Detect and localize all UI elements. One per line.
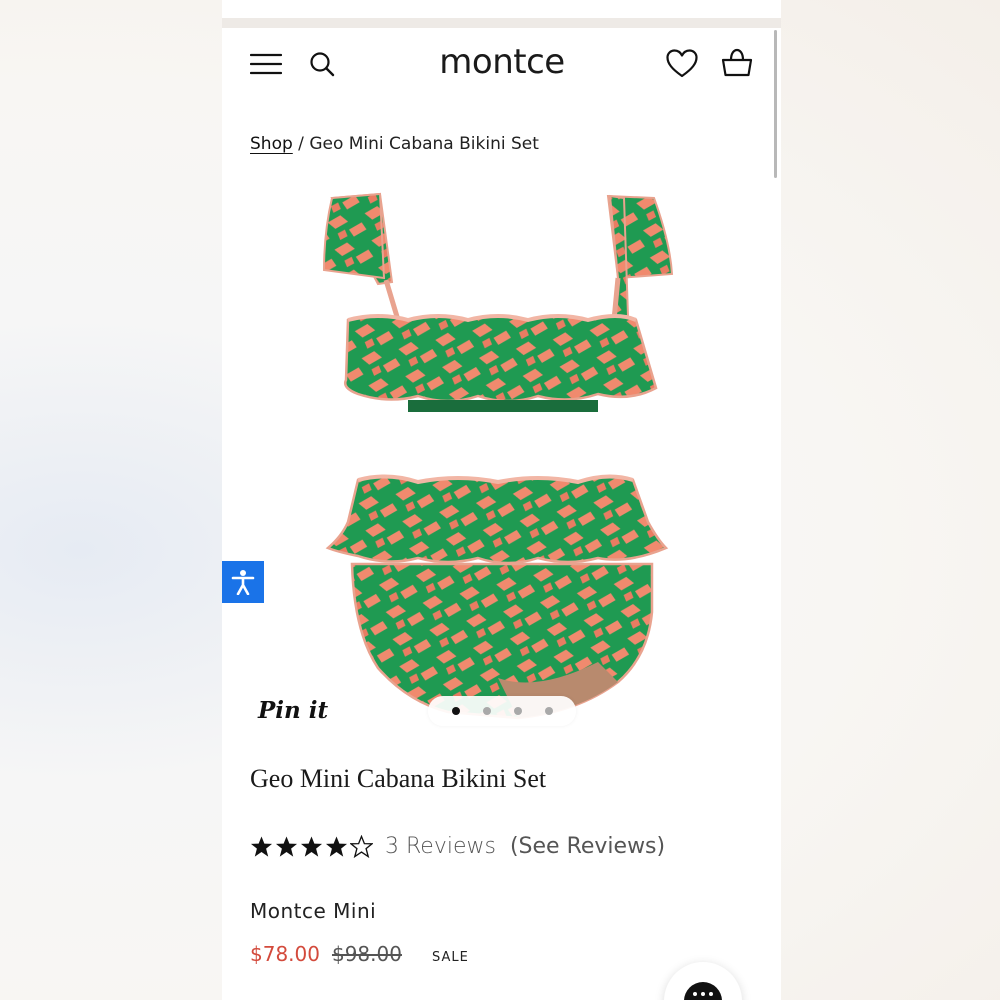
original-price: $98.00 bbox=[331, 942, 402, 966]
chat-button[interactable] bbox=[664, 962, 742, 1000]
pin-it-button[interactable]: Pin it bbox=[258, 697, 328, 724]
basket-icon[interactable] bbox=[718, 46, 756, 80]
reviews-count: 3 Reviews bbox=[385, 834, 496, 859]
site-logo[interactable]: montce bbox=[412, 42, 592, 82]
star-filled-icon bbox=[250, 836, 273, 857]
product-image[interactable] bbox=[318, 192, 683, 722]
see-reviews-link[interactable]: (See Reviews) bbox=[510, 834, 665, 859]
accessibility-person-icon bbox=[231, 570, 255, 595]
hamburger-menu-icon[interactable] bbox=[248, 50, 284, 78]
sale-price: $78.00 bbox=[250, 942, 320, 966]
breadcrumb: Shop / Geo Mini Cabana Bikini Set bbox=[250, 134, 539, 154]
heart-icon[interactable] bbox=[664, 46, 700, 80]
accessibility-button[interactable] bbox=[222, 561, 264, 603]
site-header: montce bbox=[222, 30, 781, 100]
star-rating bbox=[250, 835, 373, 858]
price-block: $78.00 $98.00 SALE bbox=[250, 942, 469, 966]
star-filled-icon bbox=[325, 836, 348, 857]
star-outline-icon bbox=[350, 835, 373, 858]
chat-bubble-icon bbox=[684, 982, 722, 1000]
top-strip bbox=[222, 18, 781, 28]
star-filled-icon bbox=[300, 836, 323, 857]
sale-badge: SALE bbox=[431, 950, 469, 965]
carousel-dots bbox=[428, 696, 576, 726]
breadcrumb-current: Geo Mini Cabana Bikini Set bbox=[309, 134, 539, 154]
carousel-dot[interactable] bbox=[451, 707, 460, 715]
carousel-dot[interactable] bbox=[513, 707, 522, 715]
carousel-dot[interactable] bbox=[482, 707, 491, 715]
search-icon[interactable] bbox=[306, 48, 338, 80]
carousel-dot[interactable] bbox=[544, 707, 553, 715]
product-brand: Montce Mini bbox=[250, 899, 377, 923]
star-filled-icon bbox=[275, 836, 298, 857]
product-rating: 3 Reviews (See Reviews) bbox=[250, 834, 665, 859]
breadcrumb-shop-link[interactable]: Shop bbox=[250, 134, 293, 154]
breadcrumb-separator: / bbox=[292, 134, 310, 154]
phone-screen: montce Shop / Geo Mini Cabana Bikini Set bbox=[222, 0, 781, 1000]
product-title: Geo Mini Cabana Bikini Set bbox=[250, 764, 547, 793]
